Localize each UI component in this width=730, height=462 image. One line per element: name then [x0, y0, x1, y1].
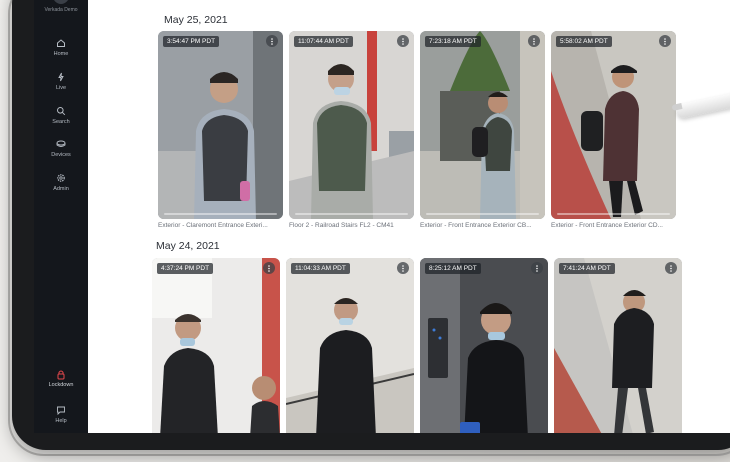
sidebar-item-label: Lockdown	[48, 382, 74, 388]
camera-snapshot	[420, 258, 548, 433]
org-name: Verkada Demo	[44, 7, 78, 13]
camera-snapshot	[420, 31, 545, 219]
kebab-menu-icon	[268, 264, 270, 272]
sidebar-item-help[interactable]: Help	[34, 405, 88, 424]
camera-snapshot	[286, 258, 414, 433]
clip-progress-bar[interactable]	[426, 213, 539, 215]
camera-name: Floor 2 - Railroad Stairs FL2 - CM41	[289, 222, 394, 229]
help-icon	[34, 405, 88, 417]
more-options-button[interactable]	[263, 262, 275, 274]
clip-progress-bar[interactable]	[557, 213, 670, 215]
more-options-button[interactable]	[659, 35, 671, 47]
camera-snapshot	[554, 258, 682, 433]
kebab-menu-icon	[402, 264, 404, 272]
org-avatar	[53, 0, 69, 4]
sidebar-item-label: Search	[52, 119, 70, 125]
results-feed: May 25, 2021 3:54:47 PM PDT Exterior - C…	[88, 0, 730, 433]
camera-snapshot	[152, 258, 280, 433]
camera-snapshot	[551, 31, 676, 219]
timestamp-badge: 7:23:18 AM PDT	[425, 36, 481, 47]
more-options-button[interactable]	[266, 35, 278, 47]
live-icon	[34, 72, 88, 84]
result-card[interactable]: 5:58:02 AM PDT	[551, 31, 676, 219]
result-card[interactable]: 3:54:47 PM PDT	[158, 31, 283, 219]
timestamp-badge: 5:58:02 AM PDT	[556, 36, 612, 47]
sidebar-item-label: Home	[53, 51, 69, 57]
timestamp-badge: 8:25:12 AM PDT	[425, 263, 481, 274]
org-switcher[interactable]: Verkada Demo	[34, 0, 88, 13]
result-card[interactable]: 11:07:44 AM PDT	[289, 31, 414, 219]
more-options-button[interactable]	[531, 262, 543, 274]
more-options-button[interactable]	[397, 262, 409, 274]
camera-snapshot	[158, 31, 283, 219]
sidebar-item-label: Live	[55, 85, 67, 91]
result-card[interactable]: 11:04:33 AM PDT	[286, 258, 414, 433]
timestamp-badge: 7:41:24 AM PDT	[559, 263, 615, 274]
more-options-button[interactable]	[665, 262, 677, 274]
gear-icon	[34, 173, 88, 185]
timestamp-badge: 3:54:47 PM PDT	[163, 36, 220, 47]
result-card[interactable]: 7:41:24 AM PDT	[554, 258, 682, 433]
kebab-menu-icon	[670, 264, 672, 272]
app-screen: Verkada Demo Home Live Search Devices Ad…	[34, 0, 730, 433]
kebab-menu-icon	[664, 37, 666, 45]
sidebar-item-lockdown[interactable]: Lockdown	[34, 369, 88, 388]
sidebar-item-live[interactable]: Live	[34, 72, 88, 91]
sidebar-item-label: Help	[55, 418, 67, 424]
section-date: May 24, 2021	[156, 240, 220, 252]
timestamp-badge: 11:04:33 AM PDT	[291, 263, 350, 274]
kebab-menu-icon	[536, 264, 538, 272]
result-card[interactable]: 4:37:24 PM PDT	[152, 258, 280, 433]
timestamp-badge: 4:37:24 PM PDT	[157, 263, 214, 274]
camera-name: Exterior - Claremont Entrance Exteri...	[158, 222, 268, 229]
sidebar-item-devices[interactable]: Devices	[34, 139, 88, 158]
more-options-button[interactable]	[528, 35, 540, 47]
devices-icon	[34, 139, 88, 151]
camera-name: Exterior - Front Entrance Exterior CB...	[420, 222, 532, 229]
kebab-menu-icon	[271, 37, 273, 45]
camera-name: Exterior - Front Entrance Exterior CD...	[551, 222, 663, 229]
sidebar: Verkada Demo Home Live Search Devices Ad…	[34, 0, 88, 433]
home-icon	[34, 38, 88, 50]
section-date: May 25, 2021	[164, 14, 228, 26]
sidebar-item-label: Devices	[51, 152, 71, 158]
clip-progress-bar[interactable]	[164, 213, 277, 215]
sidebar-item-home[interactable]: Home	[34, 38, 88, 57]
result-card[interactable]: 8:25:12 AM PDT	[420, 258, 548, 433]
camera-snapshot	[289, 31, 414, 219]
kebab-menu-icon	[402, 37, 404, 45]
clip-progress-bar[interactable]	[295, 213, 408, 215]
search-icon	[34, 106, 88, 118]
kebab-menu-icon	[533, 37, 535, 45]
sidebar-item-admin[interactable]: Admin	[34, 173, 88, 192]
sidebar-item-search[interactable]: Search	[34, 106, 88, 125]
timestamp-badge: 11:07:44 AM PDT	[294, 36, 353, 47]
sidebar-item-label: Admin	[53, 186, 69, 192]
lock-icon	[34, 369, 88, 381]
more-options-button[interactable]	[397, 35, 409, 47]
result-card[interactable]: 7:23:18 AM PDT	[420, 31, 545, 219]
